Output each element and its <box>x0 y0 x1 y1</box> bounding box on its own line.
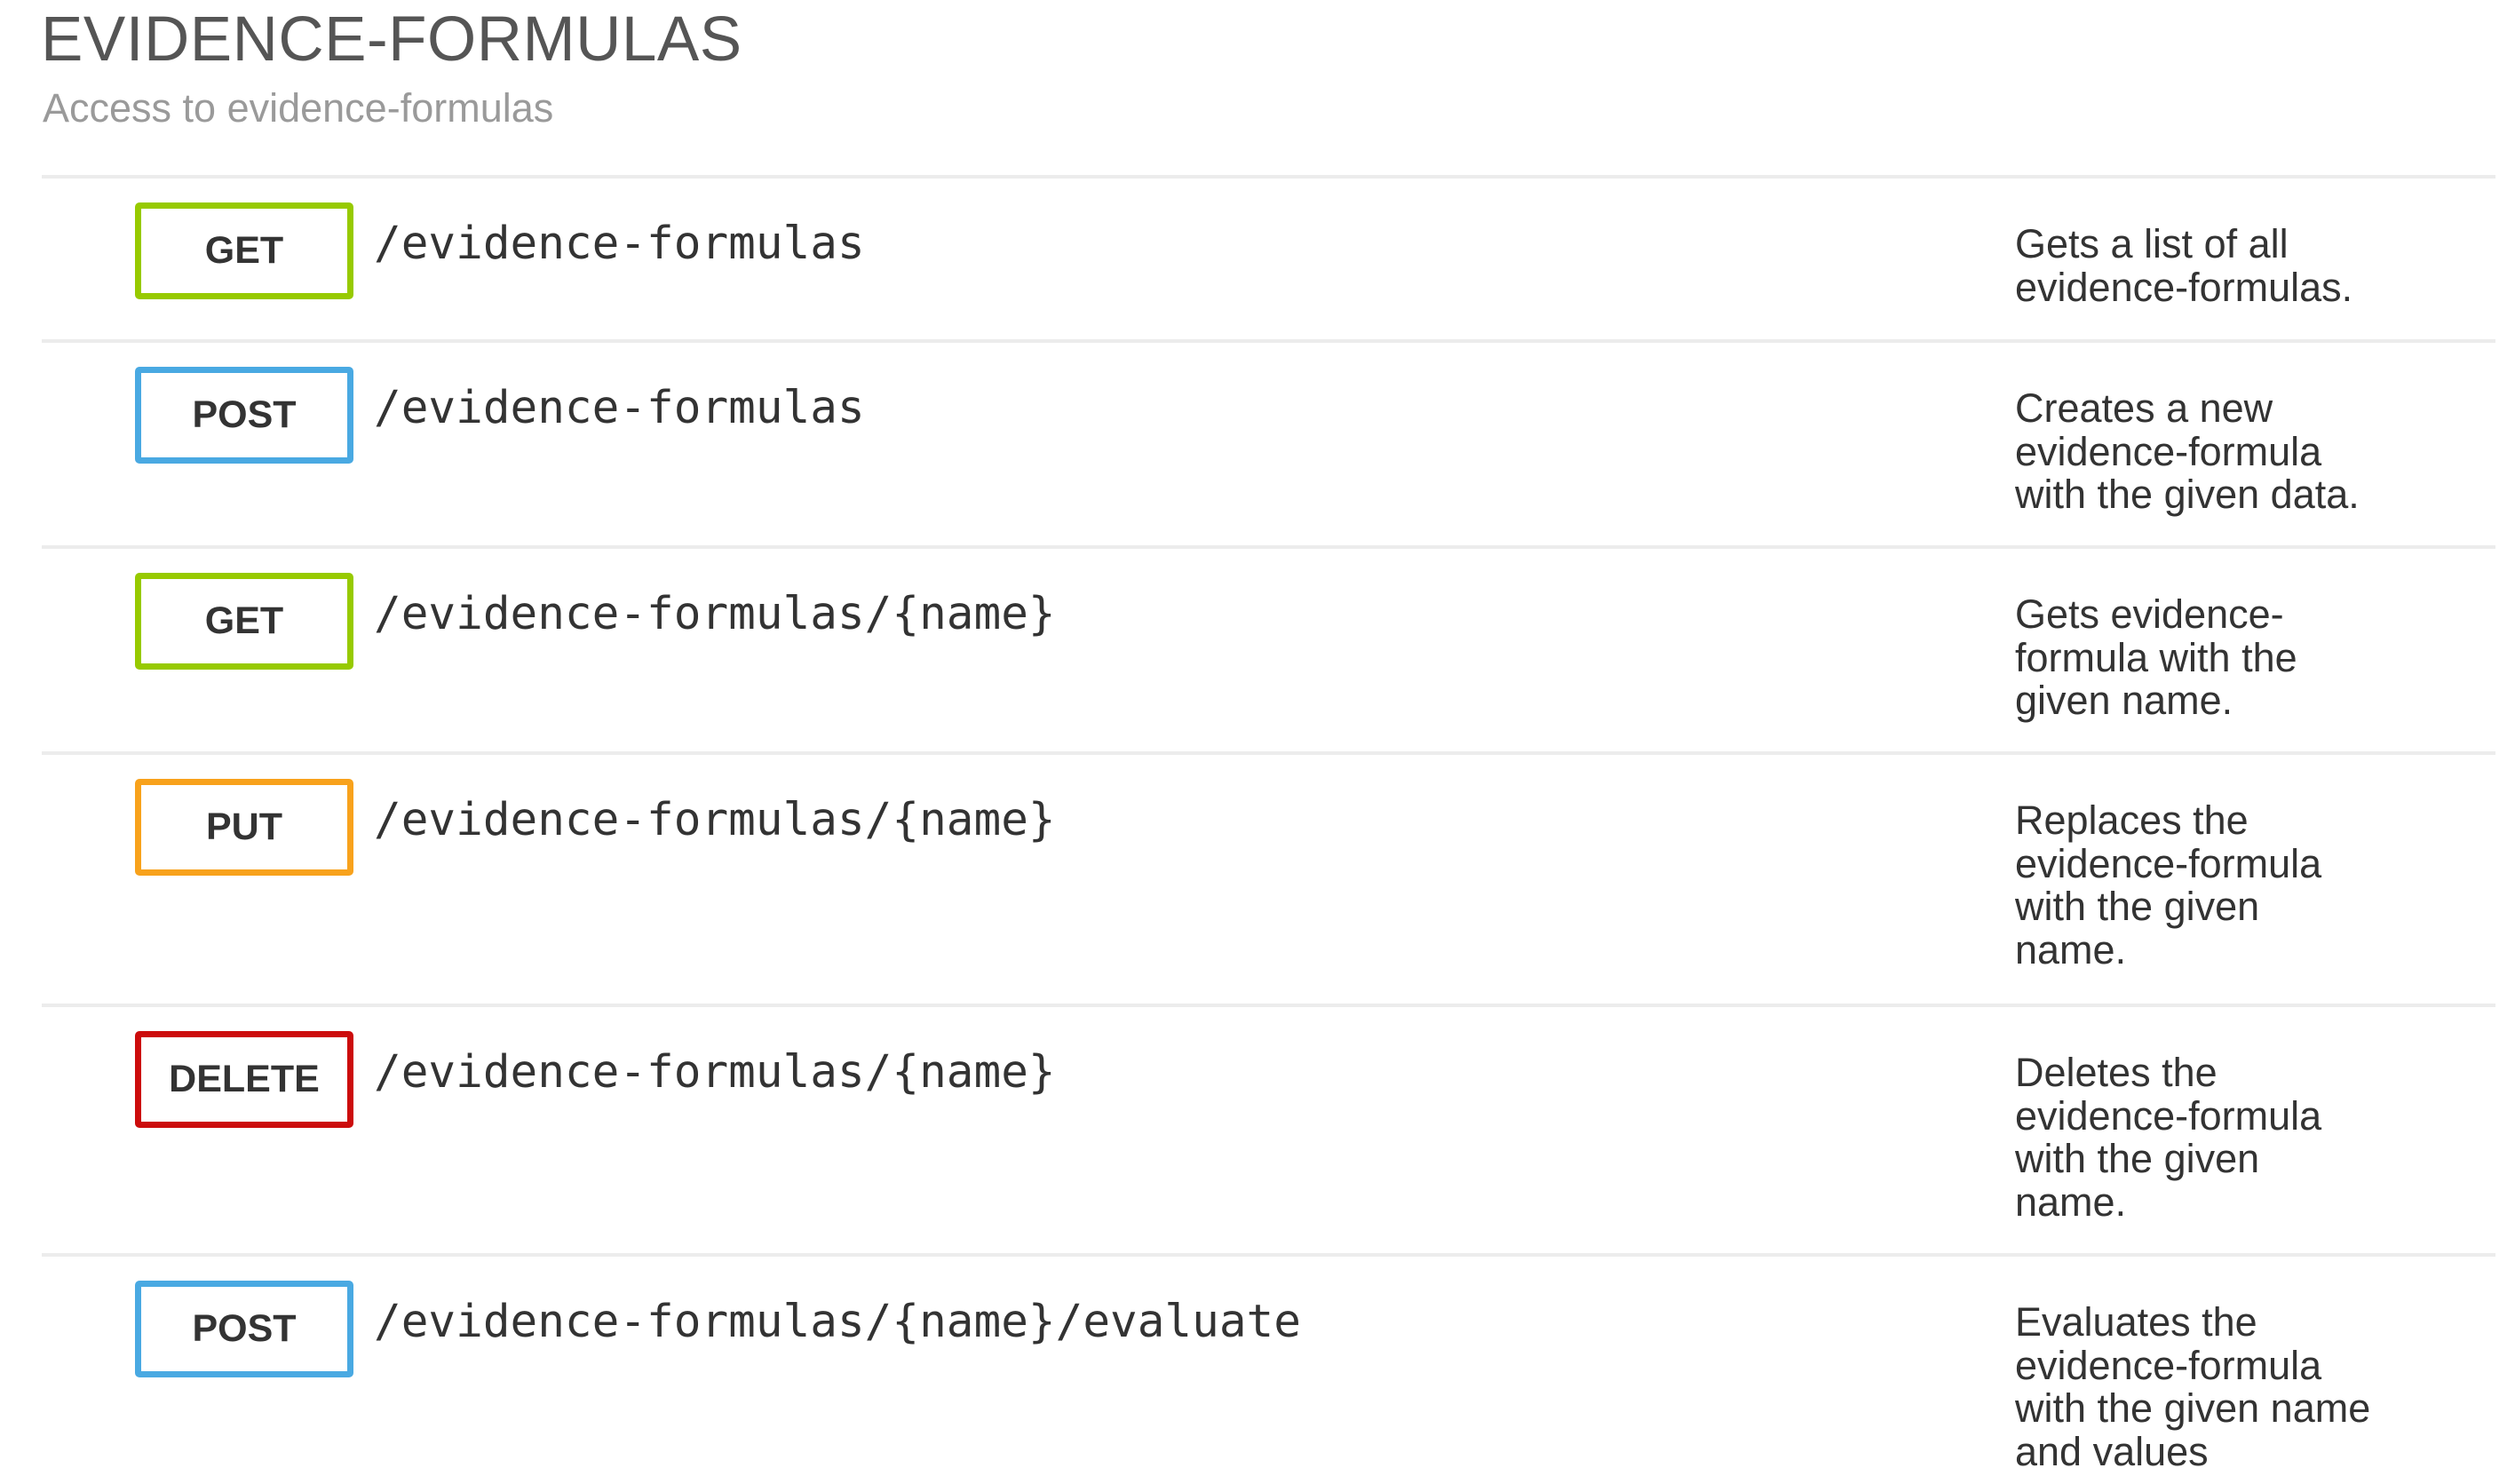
operation-description: Replaces the evidence-formula with the g… <box>2015 798 2322 972</box>
method-badge-put[interactable]: PUT <box>135 779 353 876</box>
operation-description: Gets evidence- formula with the given na… <box>2015 591 2297 723</box>
operation-row[interactable]: PUT /evidence-formulas/{name} Replaces t… <box>42 751 2495 1004</box>
operation-path[interactable]: /evidence-formulas <box>374 218 865 270</box>
operation-row[interactable]: POST /evidence-formulas Creates a new ev… <box>42 339 2495 545</box>
method-badge-post[interactable]: POST <box>135 1281 353 1377</box>
operation-path[interactable]: /evidence-formulas/{name}/evaluate <box>374 1296 1301 1348</box>
operations-list: GET /evidence-formulas Gets a list of al… <box>42 175 2495 1484</box>
operation-description: Deletes the evidence-formula with the gi… <box>2015 1050 2322 1225</box>
method-badge-get[interactable]: GET <box>135 573 353 670</box>
operation-row[interactable]: DELETE /evidence-formulas/{name} Deletes… <box>42 1004 2495 1253</box>
operation-path[interactable]: /evidence-formulas/{name} <box>374 794 1056 846</box>
operation-row[interactable]: POST /evidence-formulas/{name}/evaluate … <box>42 1253 2495 1484</box>
section-subtitle: Access to evidence-formulas <box>43 85 554 131</box>
operation-row[interactable]: GET /evidence-formulas Gets a list of al… <box>42 175 2495 339</box>
operation-path[interactable]: /evidence-formulas/{name} <box>374 588 1056 640</box>
operation-row[interactable]: GET /evidence-formulas/{name} Gets evide… <box>42 545 2495 751</box>
operation-path[interactable]: /evidence-formulas/{name} <box>374 1046 1056 1099</box>
method-badge-get[interactable]: GET <box>135 202 353 299</box>
method-badge-post[interactable]: POST <box>135 367 353 464</box>
operation-description: Creates a new evidence-formula with the … <box>2015 385 2360 517</box>
operation-description: Evaluates the evidence-formula with the … <box>2015 1299 2371 1474</box>
operation-path[interactable]: /evidence-formulas <box>374 382 865 434</box>
method-badge-delete[interactable]: DELETE <box>135 1031 353 1128</box>
operation-description: Gets a list of all evidence-formulas. <box>2015 221 2353 310</box>
section-title: EVIDENCE-FORMULAS <box>41 4 742 75</box>
